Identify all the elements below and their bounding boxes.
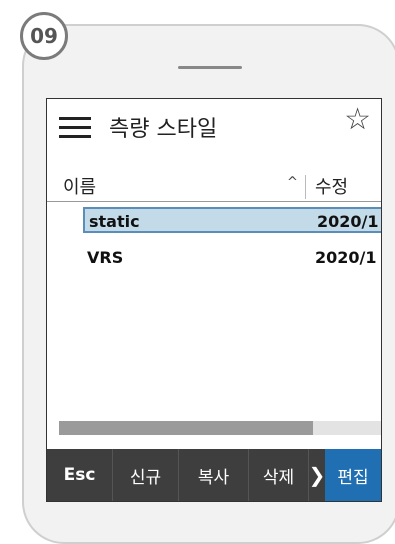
top-bar: 측량 스타일 ☆ bbox=[47, 99, 381, 161]
esc-button[interactable]: Esc bbox=[47, 449, 113, 501]
chevron-right-icon[interactable]: ❯ bbox=[309, 449, 326, 501]
edit-button[interactable]: 편집 bbox=[325, 449, 381, 501]
table-row[interactable]: VRS 2020/1 bbox=[83, 245, 381, 271]
new-button[interactable]: 신규 bbox=[113, 449, 179, 501]
hamburger-menu-icon[interactable] bbox=[59, 113, 95, 141]
scrollbar-thumb[interactable] bbox=[59, 421, 313, 435]
row-date: 2020/1 bbox=[315, 248, 377, 267]
phone-speaker bbox=[178, 66, 242, 69]
delete-button[interactable]: 삭제 bbox=[249, 449, 309, 501]
bottom-toolbar: Esc 신규 복사 삭제 ❯ 편집 bbox=[47, 449, 381, 501]
column-header-modified[interactable]: 수정 bbox=[315, 173, 348, 199]
column-divider[interactable] bbox=[305, 175, 306, 199]
row-name: static bbox=[89, 212, 140, 231]
step-badge: 09 bbox=[20, 12, 68, 60]
table-header: 이름 ^ 수정 bbox=[47, 173, 381, 202]
app-screen: 측량 스타일 ☆ 이름 ^ 수정 static 2020/1 VRS 2020/… bbox=[46, 98, 382, 502]
sort-ascending-icon[interactable]: ^ bbox=[287, 175, 298, 190]
column-header-name[interactable]: 이름 bbox=[63, 173, 96, 199]
row-date: 2020/1 bbox=[317, 212, 379, 231]
table-row[interactable]: static 2020/1 bbox=[83, 207, 381, 233]
page-title: 측량 스타일 bbox=[109, 117, 218, 142]
horizontal-scrollbar[interactable] bbox=[59, 421, 381, 435]
copy-button[interactable]: 복사 bbox=[179, 449, 249, 501]
row-name: VRS bbox=[87, 248, 124, 267]
star-outline-icon[interactable]: ☆ bbox=[344, 105, 371, 135]
